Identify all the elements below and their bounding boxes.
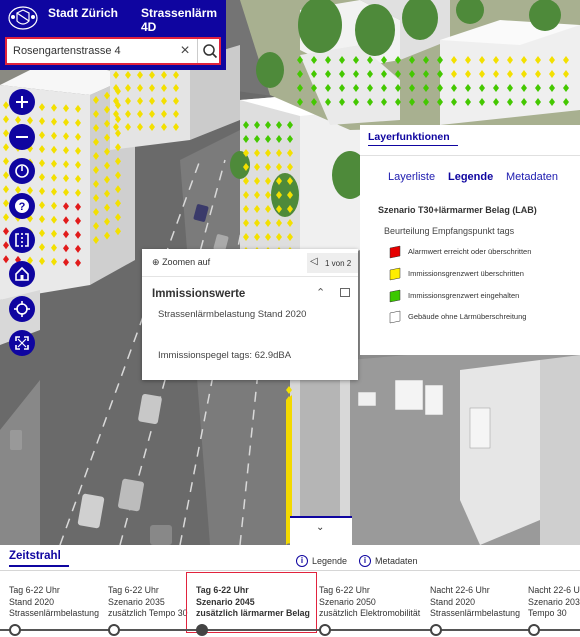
- timeline-selection-highlight: [186, 572, 317, 633]
- help-button[interactable]: ?: [9, 193, 35, 219]
- panel-divider: [360, 155, 580, 156]
- legend-link-label: Legende: [312, 556, 348, 566]
- app-header: Stadt Zürich Strassenlärm 4D ×: [0, 0, 226, 70]
- collapse-popup-icon[interactable]: ⌃: [316, 286, 325, 299]
- timeline-item-scenario: Szenario 2050: [319, 596, 376, 607]
- layer-panel-title: Layerfunktionen: [368, 131, 450, 143]
- popup-toolbar: ⊕ Zoomen auf ◁ 1 von 2: [142, 249, 358, 277]
- timeline-stop-active[interactable]: [196, 624, 208, 636]
- timeline-item[interactable]: Tag 6-22 Uhr Stand 2020 Strassenlärmbela…: [9, 585, 99, 620]
- clear-search-icon[interactable]: ×: [175, 41, 195, 61]
- legend-label: Immissionsgrenzwert eingehalten: [408, 291, 520, 300]
- zoom-in-icon: [16, 96, 28, 108]
- legend-label: Immissionsgrenzwert überschritten: [408, 269, 524, 278]
- timeline-item-scenario: Szenario 2035: [528, 596, 580, 607]
- search-input[interactable]: [7, 39, 173, 63]
- dock-popup-icon[interactable]: [340, 288, 350, 297]
- zoom-in-button[interactable]: [9, 89, 35, 115]
- timeline-item[interactable]: Nacht 22-6 Uhr Stand 2020 Strassenlärmbe…: [430, 585, 520, 620]
- compass-button[interactable]: [9, 158, 35, 184]
- timeline-item-scenario: Stand 2020: [430, 596, 476, 607]
- layer-panel: Layerfunktionen Layerliste Legende Metad…: [360, 125, 580, 355]
- white-swatch-icon: [389, 310, 401, 324]
- zoom-magnifier-icon: ⊕: [152, 257, 160, 267]
- popup-title: Immissionswerte: [152, 288, 246, 300]
- timeline-item-time: Tag 6-22 Uhr: [9, 585, 60, 595]
- info-icon: i: [359, 555, 371, 567]
- locate-button[interactable]: [9, 296, 35, 322]
- timeline-stop[interactable]: [430, 624, 442, 636]
- home-icon: [15, 266, 29, 281]
- popup-pager: ◁ 1 von 2: [307, 253, 358, 273]
- city-name: Stadt Zürich: [48, 6, 119, 20]
- timeline-item-scenario: Stand 2020: [9, 596, 55, 607]
- timeline-item-description: zusätzlich Elektromobilität: [319, 608, 421, 618]
- zoom-out-button[interactable]: [9, 124, 35, 150]
- home-button[interactable]: [9, 261, 35, 287]
- locate-icon: [14, 301, 30, 317]
- chevron-down-icon: ⌄: [316, 522, 325, 533]
- red-swatch-icon: [389, 245, 401, 259]
- help-icon: ?: [15, 199, 29, 213]
- previous-feature-icon[interactable]: ◁: [310, 256, 318, 267]
- timeline-title-underline: [9, 565, 69, 567]
- search-button[interactable]: [197, 39, 221, 63]
- metadata-link-label: Metadaten: [375, 556, 418, 566]
- timeline-stop[interactable]: [108, 624, 120, 636]
- zoom-to-label: Zoomen auf: [162, 257, 211, 267]
- title-underline: [368, 145, 458, 146]
- zurich-coat-of-arms-icon[interactable]: [7, 5, 39, 31]
- timeline-item[interactable]: Tag 6-22 Uhr Szenario 2035 zusätzlich Te…: [108, 585, 188, 620]
- timeline-panel: Zeitstrahl i Legende i Metadaten Tag 6-2…: [0, 545, 580, 637]
- feature-popup: ⊕ Zoomen auf ◁ 1 von 2 Immissionswerte ⌃…: [142, 249, 358, 380]
- legend-label: Alarmwert erreicht oder überschritten: [408, 247, 532, 256]
- timeline-item-description: Strassenlärmbelastung: [430, 608, 520, 618]
- rating-label: Beurteilung Empfangspunkt tags: [384, 226, 515, 236]
- timeline-item-time: Nacht 22-6 Uhr: [528, 585, 580, 595]
- zoom-out-icon: [16, 136, 28, 138]
- timeline-item-time: Nacht 22-6 Uhr: [430, 585, 490, 595]
- app-title: Strassenlärm 4D: [141, 6, 218, 34]
- search-box: ×: [5, 37, 221, 65]
- timeline-item-description: zusätzlich Tempo 30: [108, 608, 188, 618]
- timeline-separator: [0, 570, 580, 571]
- fullscreen-icon: [15, 336, 29, 350]
- scenario-title: Szenario T30+lärmarmer Belag (LAB): [378, 205, 537, 215]
- popup-subtitle: Strassenlärmbelastung Stand 2020: [158, 309, 307, 320]
- timeline-title: Zeitstrahl: [9, 550, 61, 562]
- timeline-item-description: Tempo 30: [528, 608, 567, 618]
- svg-text:?: ?: [19, 201, 26, 213]
- compass-icon: [15, 164, 29, 178]
- search-icon: [203, 44, 218, 59]
- info-icon: i: [296, 555, 308, 567]
- tab-legende[interactable]: Legende: [448, 171, 493, 183]
- timeline-item-time: Tag 6-22 Uhr: [319, 585, 370, 595]
- timeline-item-scenario: Szenario 2035: [108, 596, 165, 607]
- timeline-collapse-button[interactable]: ⌄: [290, 516, 352, 545]
- timeline-item[interactable]: Nacht 22-6 Uhr Szenario 2035 Tempo 30: [528, 585, 580, 620]
- timeline-item-time: Tag 6-22 Uhr: [108, 585, 159, 595]
- timeline-stop[interactable]: [528, 624, 540, 636]
- timeline-item-description: Strassenlärmbelastung: [9, 608, 99, 618]
- timeline-stop[interactable]: [9, 624, 21, 636]
- legend-label: Gebäude ohne Lärmüberschreitung: [408, 312, 527, 321]
- timeline-stop[interactable]: [319, 624, 331, 636]
- timeline-track: [0, 629, 580, 631]
- tab-layerliste[interactable]: Layerliste: [388, 171, 435, 183]
- immission-value: Immissionspegel tags: 62.9dBA: [158, 350, 292, 361]
- fullscreen-button[interactable]: [9, 330, 35, 356]
- zoom-to-link[interactable]: ⊕ Zoomen auf: [152, 257, 210, 268]
- split-view-button[interactable]: [9, 227, 35, 253]
- green-swatch-icon: [389, 289, 401, 303]
- split-view-icon: [15, 233, 29, 247]
- timeline-item[interactable]: Tag 6-22 Uhr Szenario 2050 zusätzlich El…: [319, 585, 420, 620]
- tab-metadaten[interactable]: Metadaten: [506, 171, 558, 183]
- yellow-swatch-icon: [389, 267, 401, 281]
- pager-text: 1 von 2: [325, 259, 352, 268]
